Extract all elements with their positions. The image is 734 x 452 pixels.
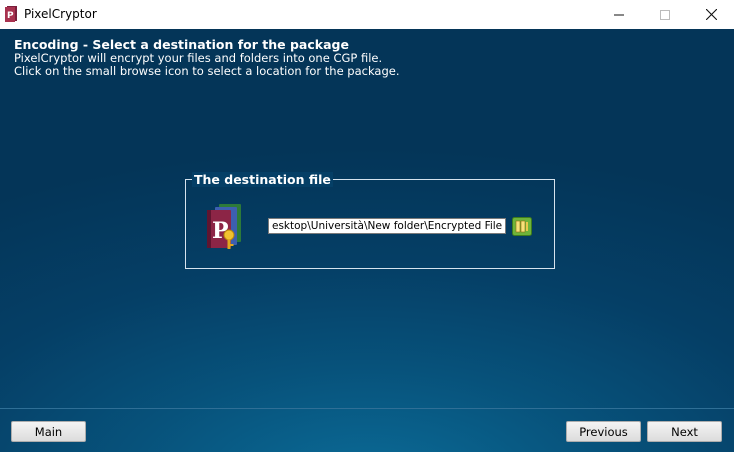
maximize-button[interactable] <box>642 0 688 29</box>
main-button[interactable]: Main <box>11 421 86 442</box>
package-icon: P <box>207 204 241 249</box>
previous-button[interactable]: Previous <box>566 421 641 442</box>
app-window: P PixelCryptor Encoding - Select a desti… <box>0 0 734 452</box>
minimize-icon <box>614 14 624 15</box>
destination-legend: The destination file <box>192 172 333 187</box>
app-icon: P <box>5 6 17 22</box>
browse-folder-icon[interactable] <box>512 217 532 236</box>
destination-path-input[interactable] <box>268 218 506 234</box>
close-button[interactable] <box>688 0 734 29</box>
svg-text:P: P <box>7 11 14 21</box>
maximize-icon <box>660 9 670 20</box>
minimize-button[interactable] <box>596 0 642 29</box>
instruction-line-2: Click on the small browse icon to select… <box>14 64 400 78</box>
window-title: PixelCryptor <box>24 7 97 21</box>
destination-groupbox: The destination file P <box>185 172 555 269</box>
close-icon <box>705 9 717 20</box>
footer-divider <box>0 408 734 409</box>
wizard-panel: Encoding - Select a destination for the … <box>0 29 734 452</box>
title-bar: P PixelCryptor <box>0 0 734 29</box>
next-button[interactable]: Next <box>647 421 722 442</box>
page-title: Encoding - Select a destination for the … <box>14 37 349 52</box>
wizard-header: Encoding - Select a destination for the … <box>14 37 400 78</box>
